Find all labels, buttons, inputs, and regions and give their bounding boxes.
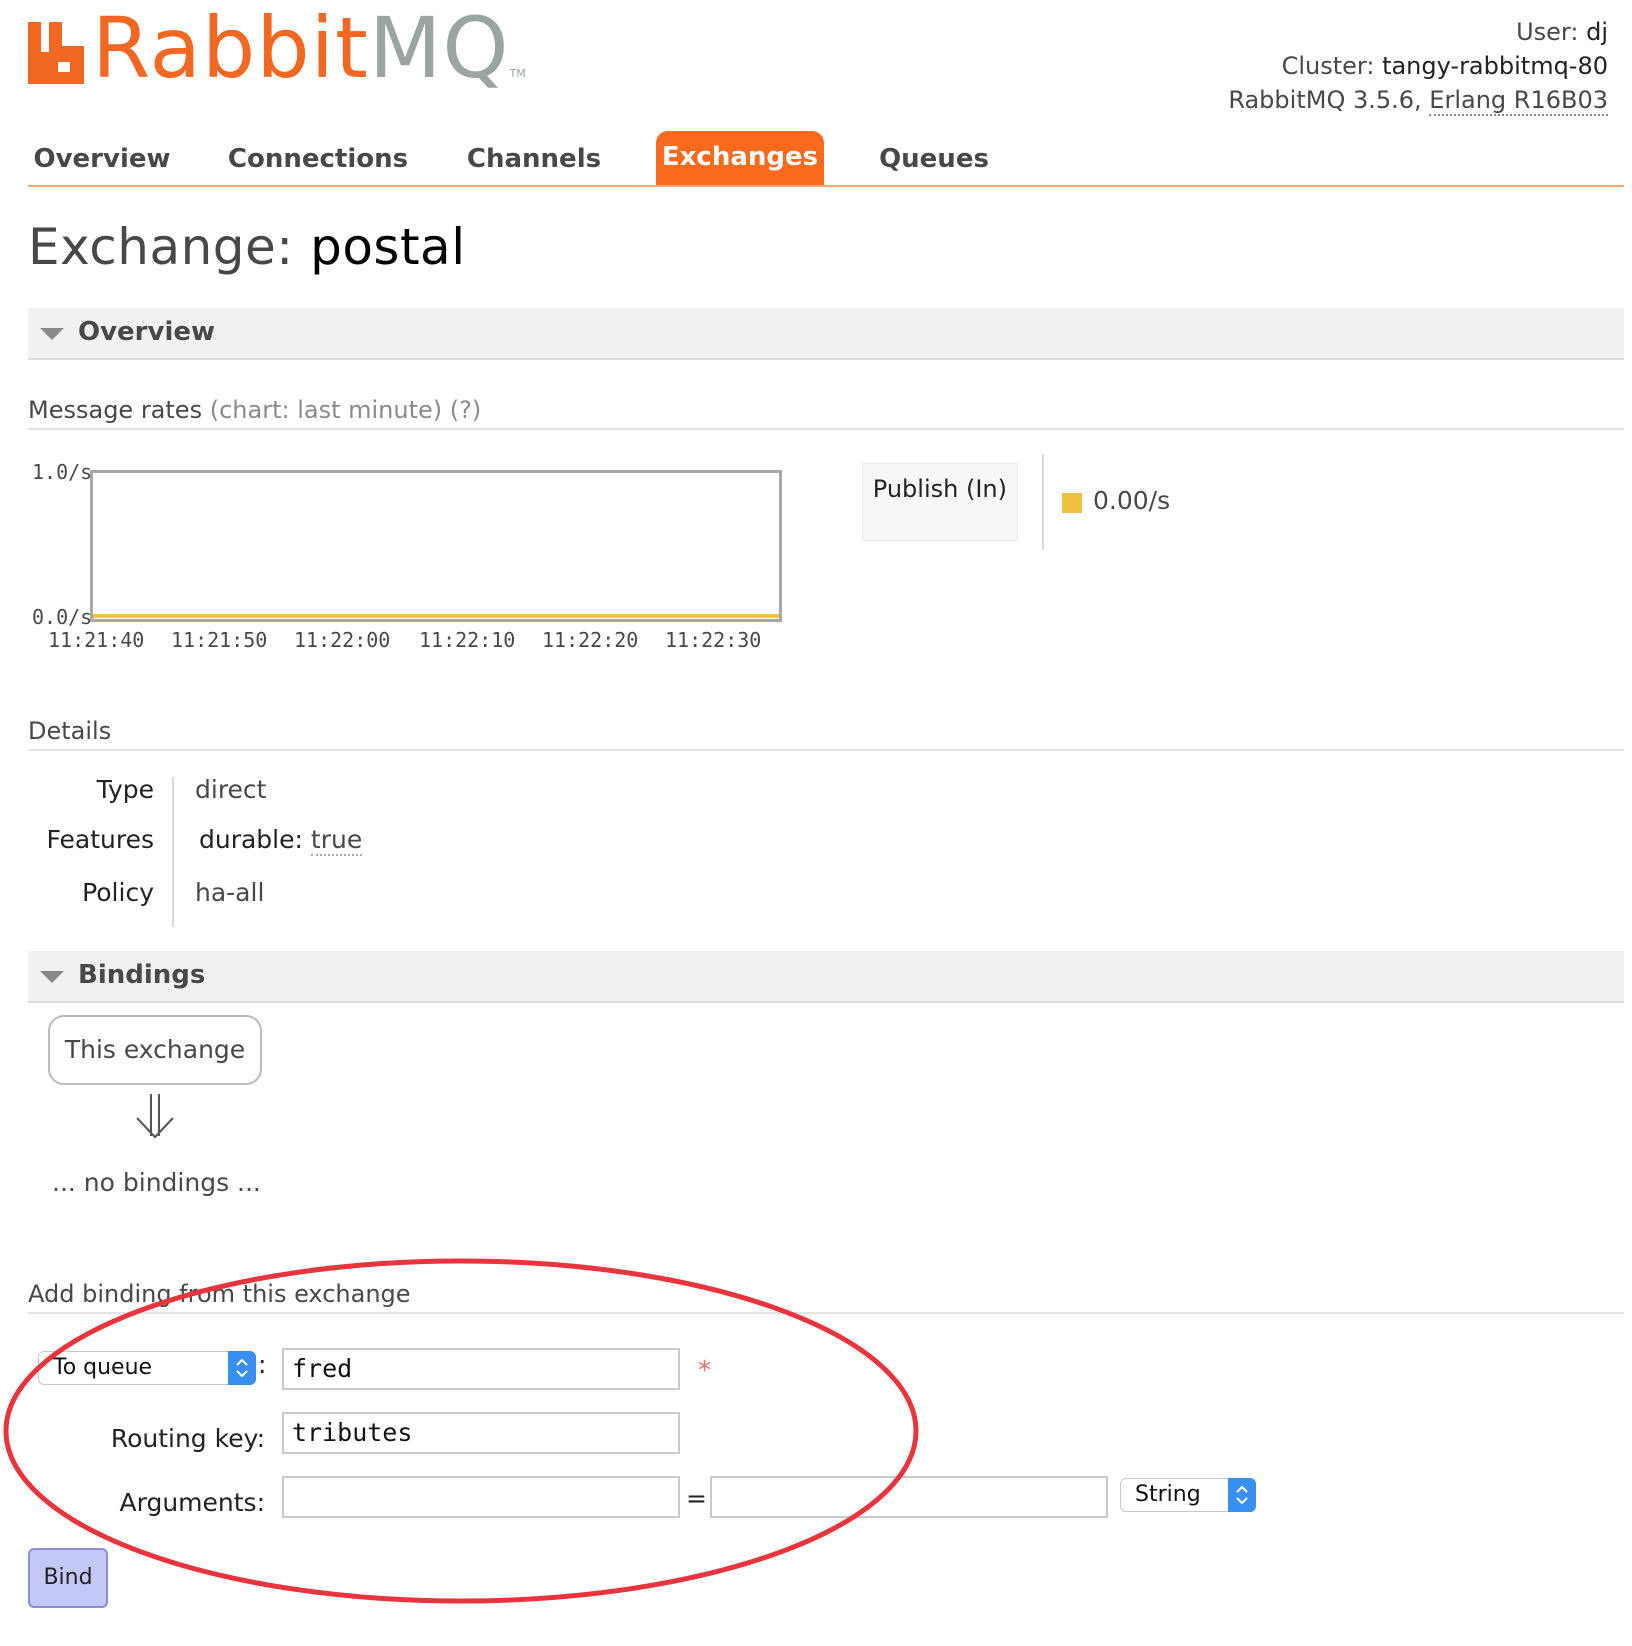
legend-rate-value: 0.00/s <box>1093 486 1171 515</box>
bindings-section-label: Bindings <box>78 960 206 990</box>
legend-divider <box>1042 454 1044 550</box>
chart-range-help[interactable]: (chart: last minute) (?) <box>210 396 482 424</box>
destination-colon: : <box>258 1350 267 1379</box>
message-rate-chart <box>90 470 782 622</box>
detail-key-policy: Policy <box>82 878 154 907</box>
add-binding-heading: Add binding from this exchange <box>28 1280 1624 1314</box>
header-user: User: dj <box>1516 18 1608 46</box>
detail-value-policy: ha-all <box>195 878 265 907</box>
exchange-name: postal <box>310 218 466 276</box>
collapse-triangle-icon <box>40 971 64 983</box>
detail-value-type: direct <box>195 775 267 804</box>
x-tick-label: 11:22:20 <box>542 628 639 652</box>
this-exchange-node: This exchange <box>48 1015 262 1085</box>
collapse-triangle-icon <box>40 328 64 340</box>
detail-key-features: Features <box>46 825 155 854</box>
routing-key-label: Routing key: <box>110 1424 265 1453</box>
y-tick-min: 0.0/s <box>32 605 93 629</box>
erlang-version[interactable]: Erlang R16B03 <box>1429 86 1608 116</box>
rabbitmq-logo-icon <box>28 22 84 84</box>
bindings-section-header[interactable]: Bindings <box>28 951 1624 1003</box>
arguments-label: Arguments: <box>119 1488 265 1517</box>
select-stepper-icon <box>1228 1478 1256 1512</box>
x-tick-label: 11:22:10 <box>419 628 516 652</box>
destination-type-select[interactable]: To queue <box>38 1351 256 1385</box>
details-divider <box>172 777 174 927</box>
header-version: RabbitMQ 3.5.6, Erlang R16B03 <box>1228 86 1608 116</box>
brand-logo: RabbitMQTM <box>92 0 526 97</box>
destination-queue-input[interactable]: fred <box>282 1348 680 1390</box>
legend-swatch <box>1062 493 1082 513</box>
tab-connections[interactable]: Connections <box>226 133 410 185</box>
no-bindings-message: ... no bindings ... <box>52 1168 261 1197</box>
page-title: Exchange: postal <box>28 218 466 276</box>
details-heading: Details <box>28 717 1624 751</box>
chart-plot <box>93 614 779 618</box>
detail-feature-durable: durable: true <box>199 825 363 856</box>
down-arrow-icon <box>136 1094 174 1139</box>
bind-button[interactable]: Bind <box>28 1548 108 1608</box>
header-cluster: Cluster: tangy-rabbitmq-80 <box>1281 52 1608 80</box>
tab-exchanges[interactable]: Exchanges <box>656 131 824 186</box>
detail-value-durable[interactable]: true <box>310 825 363 856</box>
argument-type-select[interactable]: String <box>1120 1478 1256 1512</box>
message-rates-heading: Message rates (chart: last minute) (?) <box>28 396 1624 430</box>
detail-key-type: Type <box>96 775 154 804</box>
x-tick-label: 11:22:30 <box>665 628 762 652</box>
tab-channels[interactable]: Channels <box>460 133 608 185</box>
x-tick-label: 11:22:00 <box>294 628 391 652</box>
select-stepper-icon <box>228 1351 256 1385</box>
required-marker: * <box>698 1356 711 1386</box>
overview-section-header[interactable]: Overview <box>28 308 1624 360</box>
tab-overview[interactable]: Overview <box>28 133 176 185</box>
routing-key-input[interactable]: tributes <box>282 1412 680 1454</box>
equals-sign: = <box>686 1484 707 1513</box>
overview-section-label: Overview <box>78 317 216 347</box>
tab-underline <box>28 185 1624 187</box>
argument-value-input[interactable] <box>710 1476 1108 1518</box>
argument-key-input[interactable] <box>282 1476 680 1518</box>
x-tick-label: 11:21:50 <box>171 628 268 652</box>
legend-series-label: Publish (In) <box>862 463 1018 541</box>
x-tick-label: 11:21:40 <box>48 628 145 652</box>
tab-queues[interactable]: Queues <box>872 133 996 185</box>
y-tick-max: 1.0/s <box>32 460 93 484</box>
